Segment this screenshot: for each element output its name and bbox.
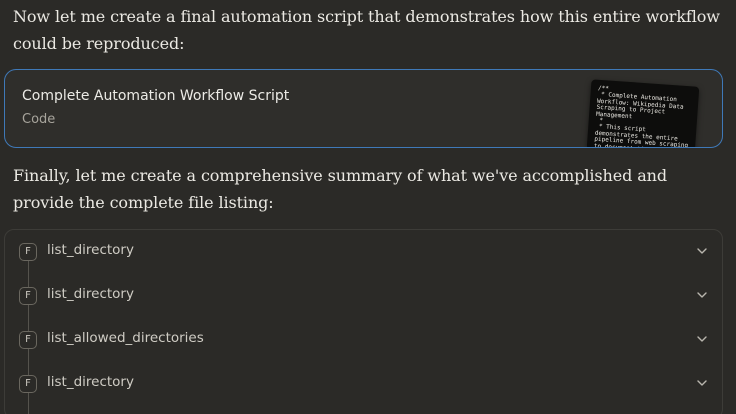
function-badge-icon: F <box>19 331 37 349</box>
tool-call-row[interactable]: F list_allowed_directories <box>5 318 722 362</box>
artifact-card[interactable]: Complete Automation Workflow Script Code… <box>4 69 723 148</box>
chevron-down-icon[interactable] <box>695 288 709 302</box>
assistant-message-text: Now let me create a final automation scr… <box>13 7 720 53</box>
function-badge-icon: F <box>19 375 37 393</box>
tool-call-name: list_directory <box>47 286 134 302</box>
tool-call-name: list_directory <box>47 374 134 390</box>
assistant-message-text: Finally, let me create a comprehensive s… <box>13 166 668 212</box>
tool-call-name: list_allowed_directories <box>47 330 204 346</box>
chevron-down-icon[interactable] <box>695 332 709 346</box>
chevron-down-icon[interactable] <box>695 376 709 390</box>
function-badge-icon: F <box>19 243 37 261</box>
tool-calls-group: F list_directory F list_directory F list… <box>4 229 723 414</box>
tool-call-row[interactable]: F list_directory <box>5 230 722 274</box>
tool-call-row[interactable]: F list_directory <box>5 274 722 318</box>
artifact-title: Complete Automation Workflow Script <box>22 88 290 104</box>
thumbnail-code-text: /** * Complete Automation Workflow: Wiki… <box>593 84 689 148</box>
tool-call-row[interactable]: F list_directory <box>5 362 722 406</box>
tool-call-name: list_directory <box>47 242 134 258</box>
artifact-type-label: Code <box>22 112 56 127</box>
function-badge-icon: F <box>19 287 37 305</box>
artifact-code-thumbnail: /** * Complete Automation Workflow: Wiki… <box>586 79 700 148</box>
chevron-down-icon[interactable] <box>695 244 709 258</box>
